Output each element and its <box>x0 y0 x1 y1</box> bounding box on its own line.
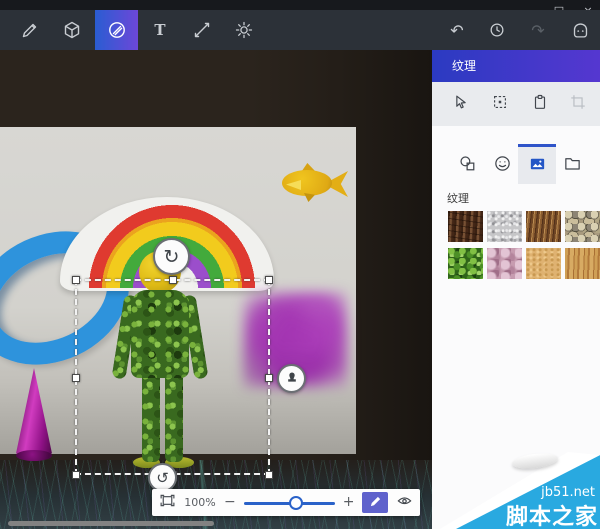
stickers-icon <box>107 20 127 40</box>
magenta-cone-base <box>16 450 52 461</box>
rotate-handle[interactable]: ↻ <box>153 238 190 275</box>
stamp-icon <box>285 369 299 388</box>
tab-image[interactable] <box>518 147 556 184</box>
3d-cube-icon <box>62 20 82 40</box>
zoom-level-value: 100% <box>184 496 216 509</box>
selection-handle-se[interactable] <box>265 471 273 479</box>
shapes-icon <box>458 154 477 177</box>
zoom-slider[interactable] <box>244 496 335 510</box>
marquee-select-icon <box>491 93 509 115</box>
pencil-icon <box>369 493 382 512</box>
text-tool-button[interactable]: T <box>140 10 180 50</box>
tab-folder[interactable] <box>553 147 591 184</box>
texture-thumb-tree-bark[interactable] <box>448 211 483 242</box>
texture-thumb-wood-grain[interactable] <box>565 248 600 279</box>
panel-title: 纹理 <box>432 50 600 82</box>
texture-thumb-silver-glitter[interactable] <box>487 211 522 242</box>
eye-icon <box>396 494 413 513</box>
rotate-3d-handle[interactable]: ↺ <box>148 463 177 492</box>
tab-emoji[interactable] <box>483 147 521 184</box>
fish-body <box>282 170 332 196</box>
fit-to-view-button[interactable] <box>159 492 176 513</box>
selection-handle-n[interactable] <box>169 276 177 284</box>
rotate-3d-icon: ↺ <box>156 469 169 487</box>
zoom-in-button[interactable]: + <box>343 489 355 516</box>
texture-thumb-sand[interactable] <box>526 248 561 279</box>
select-cursor-button[interactable] <box>450 94 470 114</box>
texture-thumb-pink-marble[interactable] <box>487 248 522 279</box>
rotate-icon: ↻ <box>164 246 180 268</box>
selection-handle-w[interactable] <box>72 374 80 382</box>
zoom-toolbar: 100% − + <box>152 489 420 516</box>
paint3d-window: – □ × T ↶ ↷ <box>0 0 600 529</box>
selection-handle-sw[interactable] <box>72 471 80 479</box>
undo-icon: ↶ <box>450 21 463 40</box>
texture-thumb-hair[interactable] <box>526 211 561 242</box>
view-mode-button[interactable] <box>396 492 413 513</box>
crop-icon <box>569 93 587 115</box>
texture-thumb-pebbles[interactable] <box>565 211 600 242</box>
title-bar <box>0 0 600 10</box>
marquee-select-button[interactable] <box>490 94 510 114</box>
effects-icon <box>192 20 212 40</box>
canvas-tool-button[interactable] <box>224 10 264 50</box>
tab-shapes[interactable] <box>448 147 486 184</box>
texture-section-label: 纹理 <box>447 190 469 206</box>
stickers-tool-button[interactable] <box>95 10 138 50</box>
zoom-out-button[interactable]: − <box>224 489 236 516</box>
selection-box[interactable] <box>75 279 270 475</box>
redo-button[interactable]: ↷ <box>518 10 558 50</box>
remix-3d-icon <box>571 21 590 40</box>
texture-thumb-green-leaves[interactable] <box>448 248 483 279</box>
clipboard-icon <box>531 93 549 115</box>
cursor-icon <box>451 93 469 115</box>
crop-button[interactable] <box>568 94 588 114</box>
selection-handle-e[interactable] <box>265 374 273 382</box>
smiley-icon <box>493 154 512 177</box>
history-clock-icon <box>488 21 506 39</box>
brush-tool-button[interactable] <box>10 10 50 50</box>
horizontal-scrollbar[interactable] <box>8 521 214 526</box>
remix-3d-button[interactable] <box>560 10 600 50</box>
image-icon <box>528 154 547 177</box>
edit-mode-button[interactable] <box>362 492 388 513</box>
sun-icon <box>234 20 254 40</box>
history-button[interactable] <box>477 10 517 50</box>
undo-button[interactable]: ↶ <box>437 10 477 50</box>
folder-icon <box>563 154 582 177</box>
goldfish-object[interactable] <box>280 162 354 204</box>
stamp-button[interactable] <box>277 364 306 393</box>
paste-button[interactable] <box>530 94 550 114</box>
selection-handle-nw[interactable] <box>72 276 80 284</box>
effects-tool-button[interactable] <box>182 10 222 50</box>
zoom-slider-thumb[interactable] <box>289 496 303 510</box>
selection-handle-ne[interactable] <box>265 276 273 284</box>
brush-icon <box>20 20 40 40</box>
text-tool-icon: T <box>154 21 165 39</box>
3d-shapes-tool-button[interactable] <box>52 10 92 50</box>
redo-icon: ↷ <box>531 21 544 40</box>
